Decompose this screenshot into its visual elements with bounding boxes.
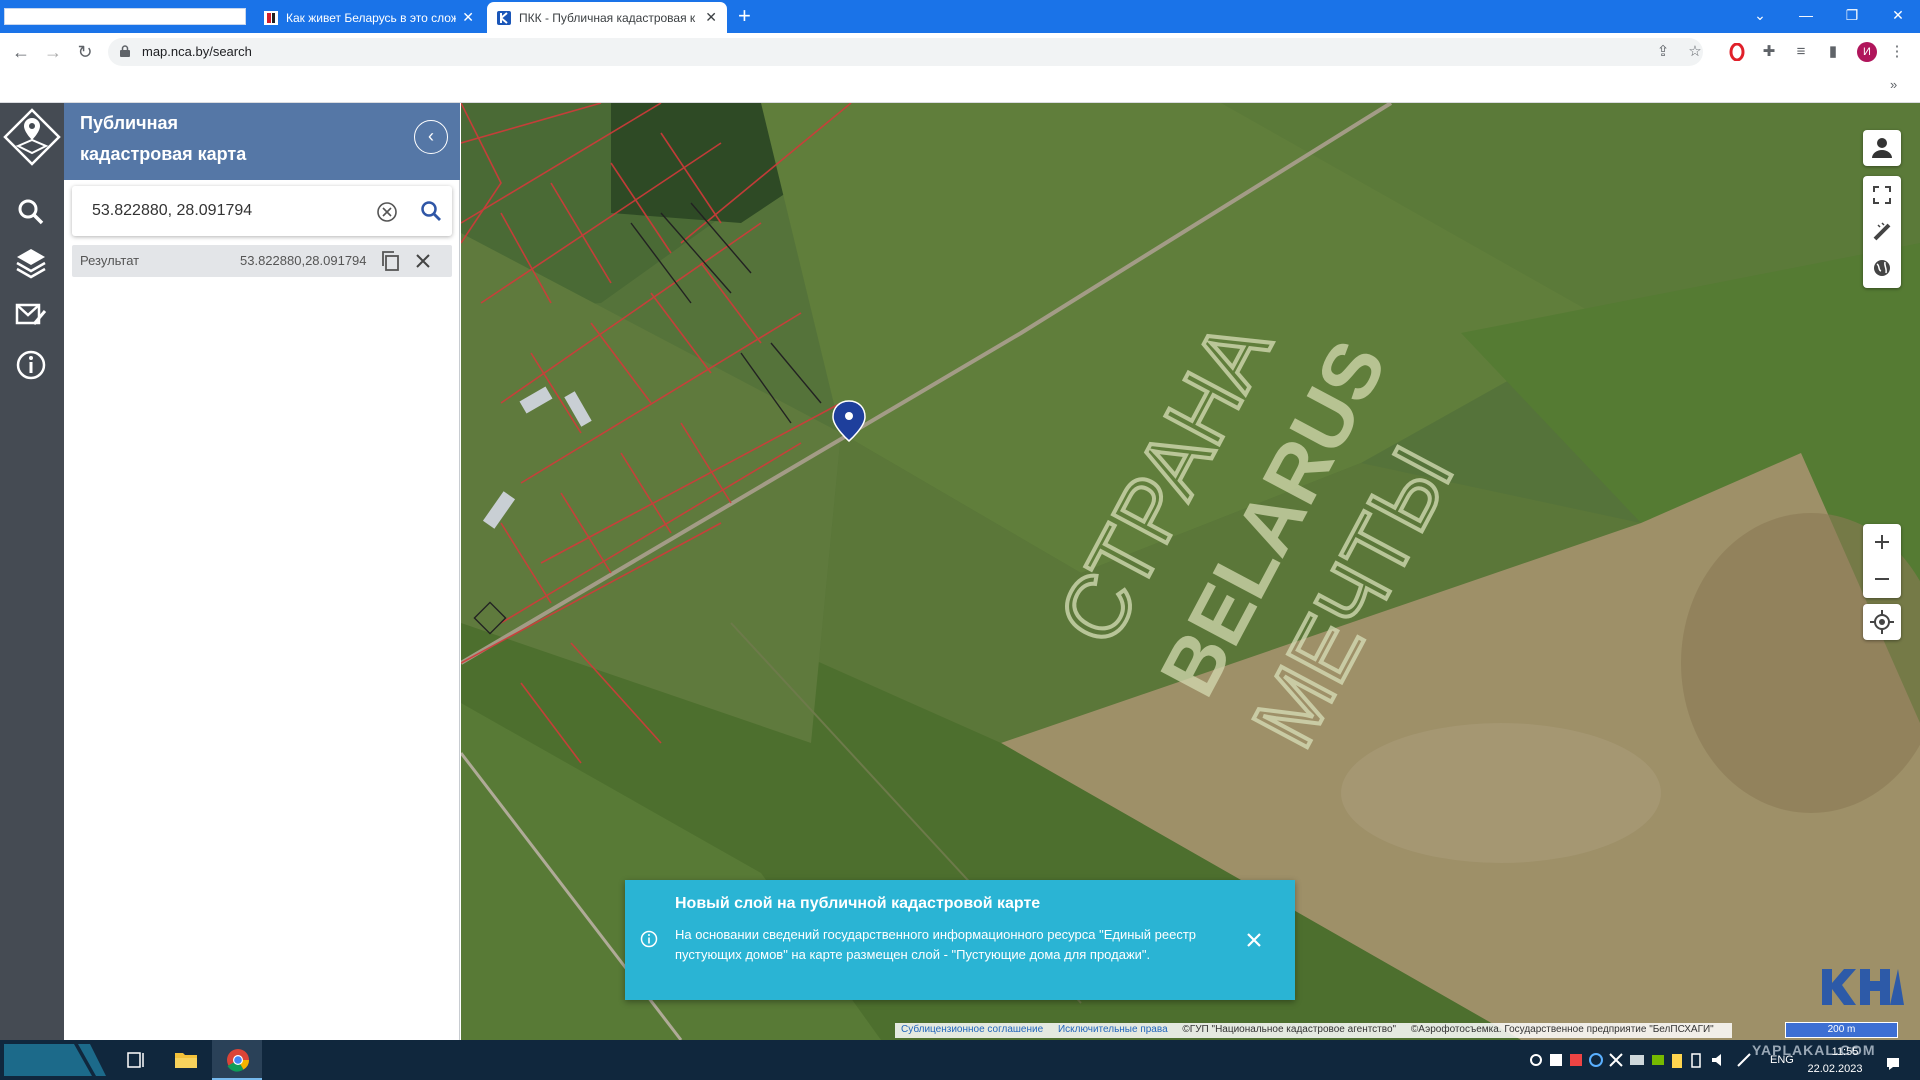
menu-icon[interactable]: ⋮ [1888,43,1906,61]
bookmark-star-icon[interactable]: ☆ [1686,43,1704,61]
layers-icon[interactable] [14,245,48,279]
geolocate-icon[interactable] [1863,604,1901,640]
start-button-icon[interactable] [4,1044,106,1076]
lock-icon [120,45,130,57]
media-queue-icon[interactable]: ≡ [1792,43,1810,61]
url-text[interactable]: map.nca.by/search [142,44,252,59]
owner-text: ©ГУП "Национальное кадастровое агентство… [1182,1024,1397,1035]
blank-tab[interactable] [4,8,246,25]
nca-logo-icon[interactable] [3,108,61,166]
account-icon[interactable] [1863,130,1901,166]
pkk-favicon-icon [497,10,511,25]
tab-title: ПКК - Публичная кадастровая к [519,10,696,25]
map-attribution: Сублицензионное соглашение Исключительны… [895,1023,1732,1038]
tab-pkk[interactable]: ПКК - Публичная кадастровая к ✕ [487,2,727,33]
side-panel-icon[interactable]: ▮ [1824,43,1842,61]
tab-close-icon[interactable]: ✕ [705,9,717,26]
clock-time[interactable]: 11:55 [1815,1046,1875,1058]
map-scale-bar: 200 m [1785,1022,1898,1038]
task-view-icon[interactable] [116,1044,156,1076]
chrome-icon[interactable] [218,1044,258,1076]
search-icon[interactable] [14,195,48,229]
search-submit-icon[interactable] [420,200,442,222]
back-icon[interactable]: ← [10,42,32,62]
app-sidebar [0,103,64,1040]
fullscreen-icon[interactable] [1872,185,1892,205]
tab-close-icon[interactable]: ✕ [462,9,474,26]
result-coordinates: 53.822880,28.091794 [240,253,367,268]
toast-close-icon[interactable] [1244,930,1264,950]
restore-button[interactable]: ❐ [1832,3,1872,27]
close-window-button[interactable]: ✕ [1878,3,1918,27]
more-bookmarks-icon[interactable]: » [1890,77,1897,92]
feedback-mail-icon[interactable] [14,298,48,332]
toast-title: Новый слой на публичной кадастровой карт… [675,895,1041,912]
toast-body: На основании сведений государственного и… [675,927,1197,962]
result-label: Результат [80,253,140,268]
app-title-line2: кадастровая карта [80,144,247,164]
extensions-icon[interactable]: ✚ [1760,43,1778,61]
nka-brand-logo [1822,969,1904,1005]
globe-icon[interactable] [1872,258,1892,278]
share-icon[interactable]: ⇪ [1654,43,1672,61]
notifications-icon[interactable] [1885,1056,1901,1072]
reload-icon[interactable]: ↻ [74,42,96,62]
file-explorer-icon[interactable] [166,1044,206,1076]
minimize-button[interactable]: — [1786,3,1826,27]
search-input-value[interactable]: 53.822880, 28.091794 [92,202,252,220]
news-favicon-icon [264,10,278,25]
measure-ruler-icon[interactable] [1872,222,1892,242]
aerial-text: ©Аэрофотосъемка. Государственное предпри… [1410,1024,1714,1035]
clock-date[interactable]: 22.02.2023 [1800,1063,1870,1075]
app-title-line1: Публичная [80,113,178,133]
tab-title: Как живет Беларусь в это слож [286,10,457,25]
search-panel [64,103,460,1040]
info-icon [640,930,658,948]
close-result-icon[interactable] [414,252,432,270]
copy-icon[interactable] [380,250,400,272]
tab-search-icon[interactable]: ⌄ [1740,3,1780,27]
info-icon[interactable] [14,348,48,382]
opera-icon[interactable] [1728,43,1746,61]
bookmarks-bar [0,71,1920,103]
forward-icon[interactable]: → [42,42,64,62]
profile-avatar[interactable]: И [1857,42,1877,62]
sublicense-link[interactable]: Сублицензионное соглашение [901,1024,1043,1035]
zoom-in-icon[interactable] [1872,532,1892,552]
zoom-out-icon[interactable] [1872,569,1892,589]
clear-search-icon[interactable] [376,201,398,223]
rights-link[interactable]: Исключительные права [1058,1024,1168,1035]
address-bar[interactable] [108,38,1703,66]
system-tray-icons[interactable] [1528,1050,1758,1070]
new-tab-button[interactable]: + [738,5,751,27]
tab-news[interactable]: Как живет Беларусь в это слож ✕ [254,2,484,33]
app-title: Публичная кадастровая карта [80,108,330,170]
collapse-panel-button[interactable]: ‹ [414,120,448,154]
